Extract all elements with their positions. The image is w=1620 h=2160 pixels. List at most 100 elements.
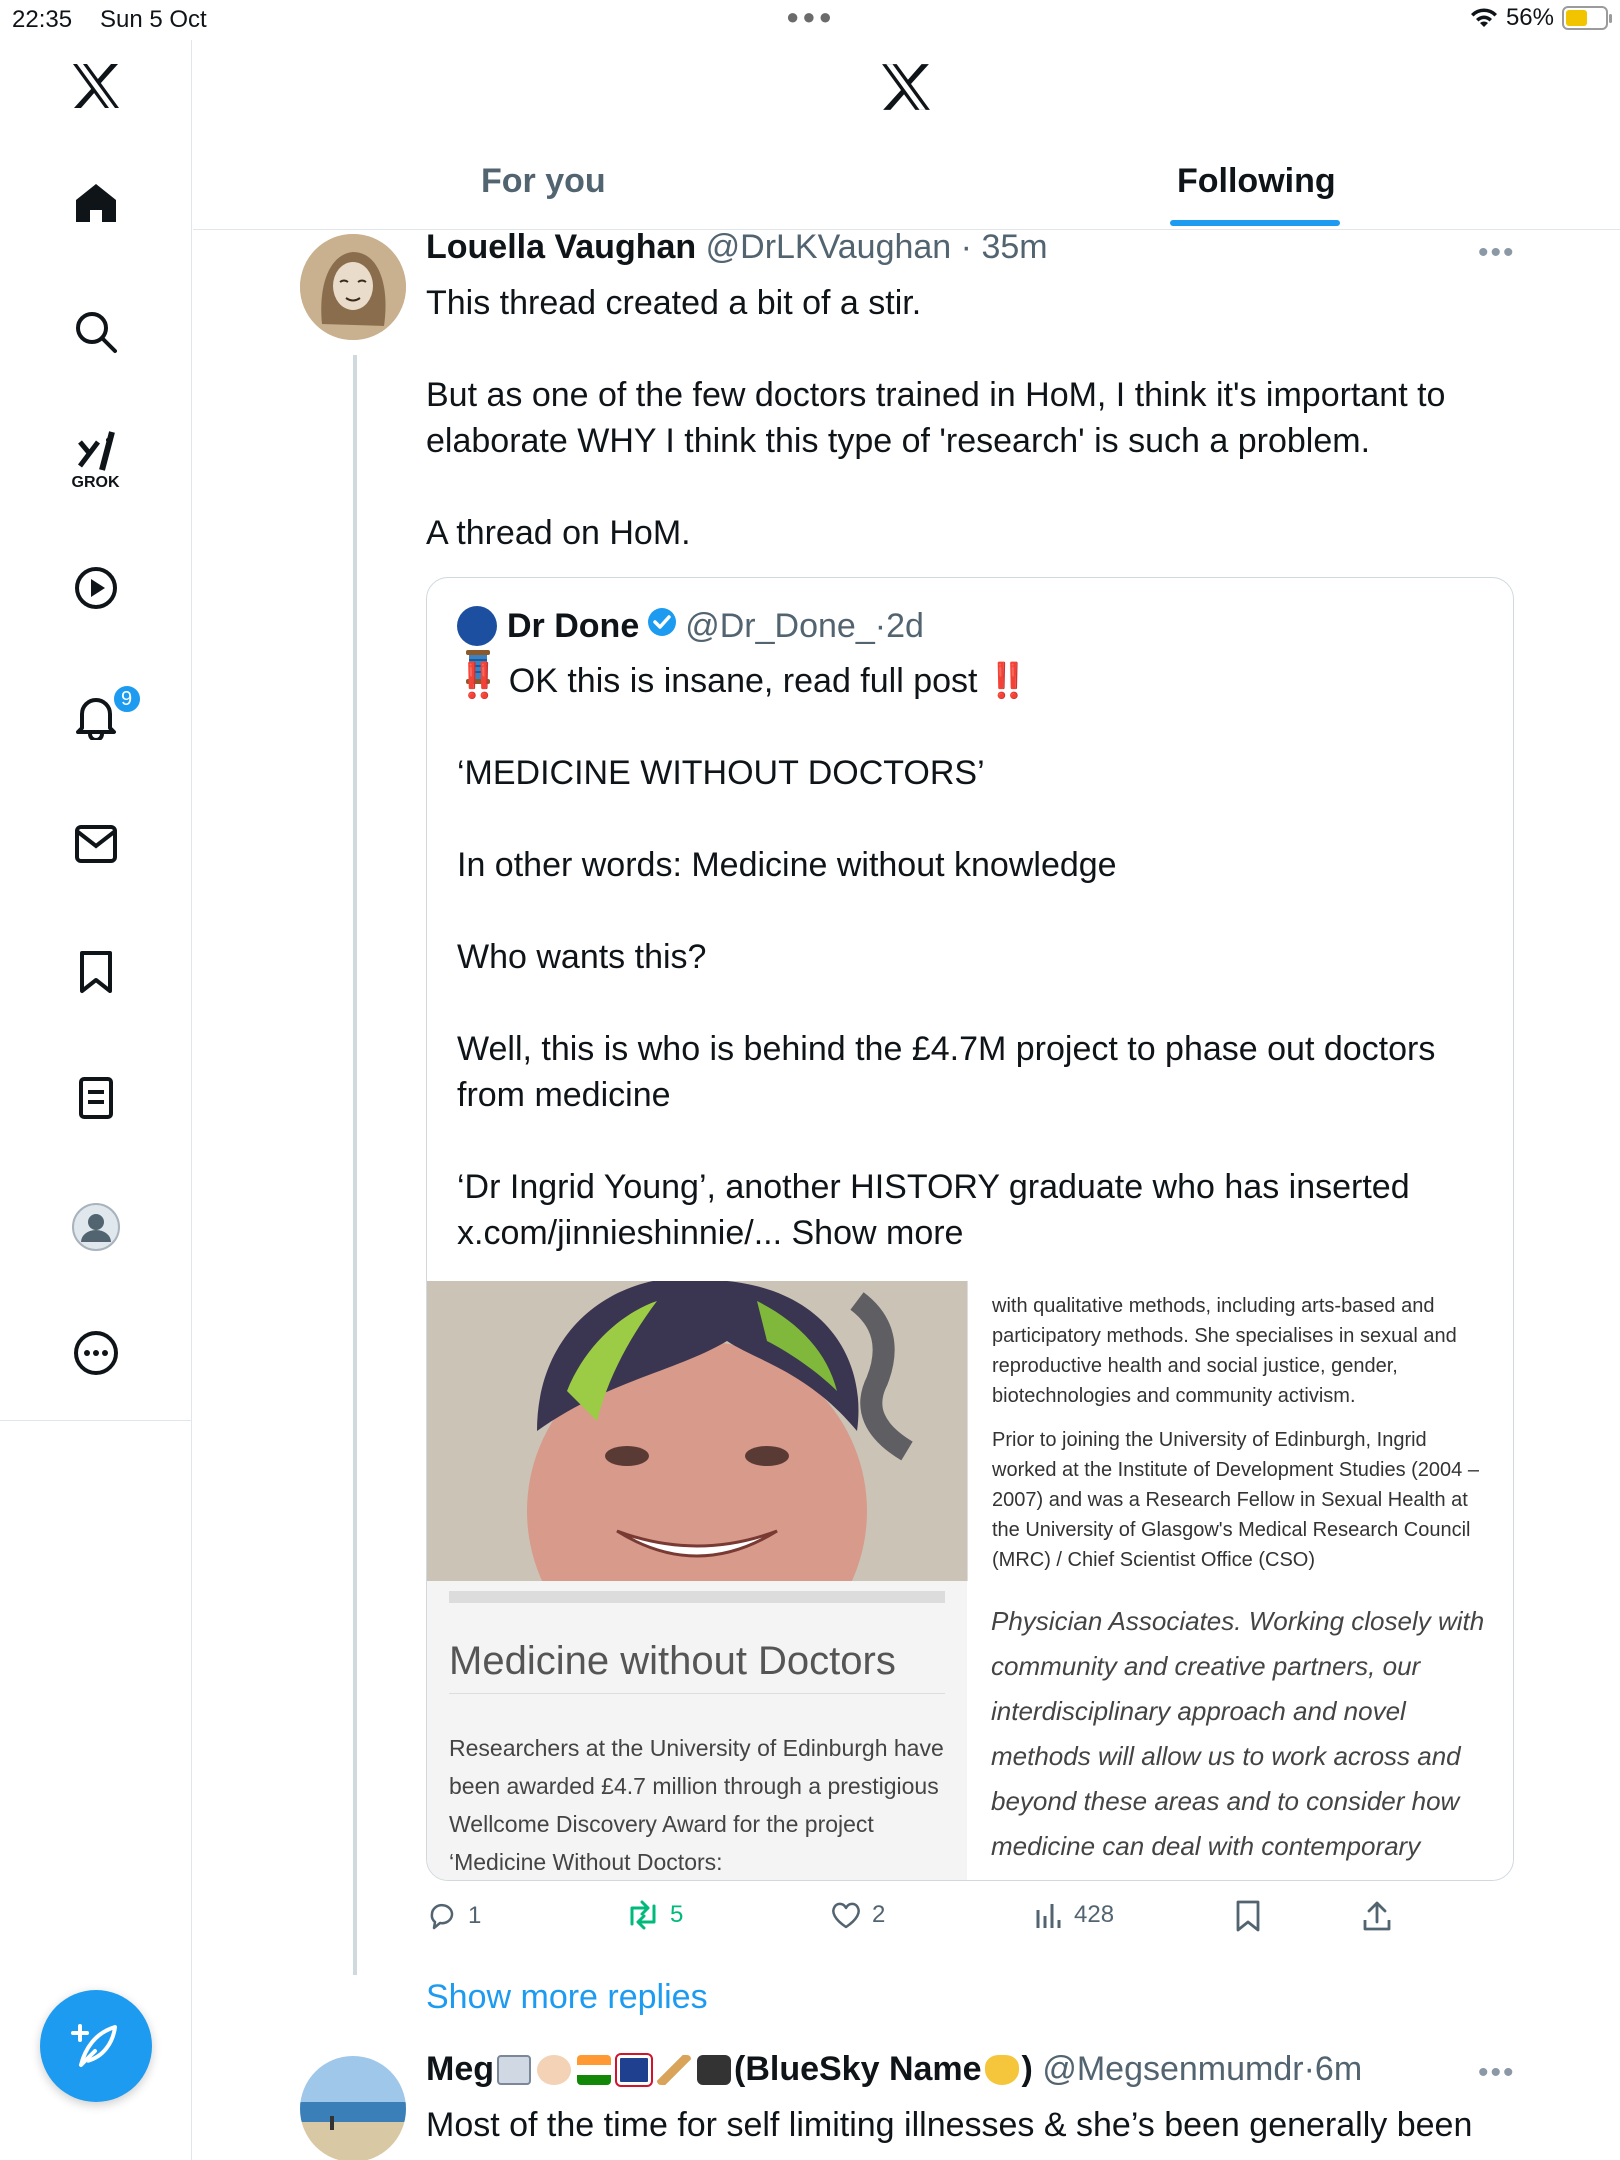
cricket-emoji-icon <box>657 2054 691 2085</box>
bookmark-icon <box>1236 1900 1260 1932</box>
bookmark-button[interactable] <box>1234 1900 1262 1932</box>
tweet-action-bar: 1 5 2 428 <box>426 1900 1426 1940</box>
more-options-icon[interactable] <box>73 1330 119 1376</box>
tweet2-author-name-close: ) <box>1021 2050 1033 2088</box>
tweet2-separator: · <box>1303 2050 1315 2088</box>
share-button[interactable] <box>1362 1900 1392 1932</box>
quoted-line4: Who wants this? <box>457 938 707 976</box>
tab-following[interactable]: Following <box>1177 162 1336 201</box>
reply-count: 1 <box>468 1902 482 1929</box>
quoted-timestamp: 2d <box>886 606 924 645</box>
family-emoji-icon <box>497 2054 531 2085</box>
tab-for-you[interactable]: For you <box>481 162 606 201</box>
uk-flag-emoji-icon <box>615 2052 653 2087</box>
reply-icon <box>430 1903 454 1930</box>
show-more-replies-link[interactable]: Show more replies <box>426 1978 708 2017</box>
media-image-article[interactable]: Medicine without Doctors Researchers at … <box>427 1581 967 1880</box>
quoted-author-handle: @Dr_Done_ <box>685 606 875 645</box>
retweet-button[interactable]: 5 <box>626 1900 683 1930</box>
quoted-author-name: Dr Done <box>507 606 640 645</box>
movie-camera-emoji-icon <box>697 2054 731 2085</box>
compose-post-button[interactable] <box>40 1990 152 2102</box>
profile-avatar-icon[interactable] <box>71 1202 121 1252</box>
tweet2-author-name[interactable]: Meg <box>426 2050 494 2089</box>
views-count: 428 <box>1074 1901 1115 1928</box>
tweet2-author-name-suffix: (BlueSky Name <box>734 2050 982 2088</box>
retweet-icon <box>630 1900 656 1930</box>
bookmarks-icon[interactable] <box>78 950 114 994</box>
italic-text: Physician Associates. Working closely wi… <box>991 1606 1485 1861</box>
tweet-author-handle[interactable]: @DrLKVaughan <box>706 228 952 266</box>
status-date: Sun 5 Oct <box>100 6 207 33</box>
tweet-timestamp[interactable]: 35m <box>981 228 1047 266</box>
header-x-logo-icon[interactable] <box>880 62 932 117</box>
timeline-tabs: For you Following <box>193 140 1620 230</box>
double-exclamation-emoji-icon: ‼️ <box>457 662 500 700</box>
views-button[interactable]: 428 <box>1034 1900 1114 1930</box>
quoted-line1: OK this is insane, read full post <box>499 662 987 700</box>
india-flag-emoji-icon <box>577 2054 611 2085</box>
article-text: Researchers at the University of Edinbur… <box>449 1735 944 1875</box>
article-title: Medicine without Doctors <box>449 1639 896 1683</box>
tweet-text-line1: This thread created a bit of a stir. <box>426 284 922 322</box>
quoted-line2: ‘MEDICINE WITHOUT DOCTORS’ <box>457 754 985 792</box>
battery-icon <box>1562 6 1612 30</box>
sidebar: GROK 9 <box>0 40 192 2160</box>
quoted-link[interactable]: x.com/jinnieshinnie/... <box>457 1214 792 1252</box>
quoted-separator: · <box>874 606 887 645</box>
tweet2-timestamp[interactable]: 6m <box>1315 2050 1362 2089</box>
heart-icon <box>832 1902 860 1929</box>
tweet2-more-options-icon[interactable]: ••• <box>1478 2056 1516 2090</box>
x-logo-icon[interactable] <box>71 62 121 110</box>
tweet-more-options-icon[interactable]: ••• <box>1478 236 1516 270</box>
share-icon <box>1363 1901 1391 1931</box>
notifications-bell-icon[interactable]: 9 <box>74 684 142 740</box>
show-more-link[interactable]: Show more <box>792 1214 964 1252</box>
tweet-separator: · <box>951 228 982 266</box>
like-button[interactable]: 2 <box>830 1900 885 1930</box>
home-icon[interactable] <box>74 182 118 224</box>
bio-text-paragraph2: Prior to joining the University of Edinb… <box>992 1429 1479 1571</box>
wifi-icon <box>1470 8 1497 27</box>
tweet-text-line2: But as one of the few doctors trained in… <box>426 376 1455 460</box>
notification-badge: 9 <box>111 684 142 714</box>
verified-badge-icon <box>647 607 677 646</box>
video-play-icon[interactable] <box>74 566 118 610</box>
pointing-down-emoji-icon <box>984 2054 1019 2085</box>
active-tab-indicator <box>1170 220 1340 226</box>
quoted-line5: Well, this is who is behind the £4.7M pr… <box>457 1030 1445 1114</box>
media-image-portrait[interactable] <box>427 1281 967 1581</box>
media-image-italic-text[interactable]: Physician Associates. Working closely wi… <box>967 1581 1513 1880</box>
tweet2-header: Meg (BlueSky Name ) @Megsenmumdr · 6m <box>426 2050 1362 2089</box>
status-right: 56% <box>1470 4 1612 32</box>
grok-icon[interactable]: GROK <box>72 428 120 492</box>
retweet-count: 5 <box>670 1901 684 1928</box>
lists-icon[interactable] <box>78 1076 114 1120</box>
quoted-media-grid[interactable]: with qualitative methods, including arts… <box>427 1281 1513 1880</box>
multitasking-dots-icon[interactable]: ●●● <box>786 4 835 30</box>
double-exclamation-emoji-icon: ‼️ <box>986 662 1030 700</box>
thread-connector-line <box>353 355 357 1975</box>
quoted-tweet-card[interactable]: Dr Done @Dr_Done_ · 2d ‼️ OK this is ins… <box>426 577 1514 1881</box>
tweet2-author-handle[interactable]: @Megsenmumdr <box>1042 2050 1303 2089</box>
status-bar: 22:35 Sun 5 Oct ●●● 56% <box>0 0 1620 40</box>
tweet-author-avatar[interactable] <box>300 234 406 340</box>
grok-label: GROK <box>71 474 120 491</box>
bio-text-paragraph1: with qualitative methods, including arts… <box>992 1295 1457 1407</box>
views-chart-icon <box>1036 1904 1061 1928</box>
health-worker-emoji-icon <box>537 2054 571 2085</box>
quoted-tweet-text: ‼️ OK this is insane, read full post ‼️ … <box>457 658 1497 1256</box>
sidebar-divider <box>0 1420 192 1421</box>
tweet-author-name[interactable]: Louella Vaughan <box>426 228 696 266</box>
tweet-header: Louella Vaughan @DrLKVaughan · 35m <box>426 228 1048 267</box>
quoted-line3: In other words: Medicine without knowled… <box>457 846 1117 884</box>
messages-envelope-icon[interactable] <box>74 824 118 864</box>
media-image-bio-text[interactable]: with qualitative methods, including arts… <box>967 1281 1513 1581</box>
battery-percent: 56% <box>1505 4 1554 31</box>
like-count: 2 <box>872 1901 886 1928</box>
reply-button[interactable]: 1 <box>426 1900 481 1932</box>
search-icon[interactable] <box>74 310 118 354</box>
quoted-line6: ‘Dr Ingrid Young’, another HISTORY gradu… <box>457 1168 1410 1206</box>
quoted-author-avatar <box>457 606 497 646</box>
tweet2-author-avatar[interactable] <box>300 2056 406 2160</box>
